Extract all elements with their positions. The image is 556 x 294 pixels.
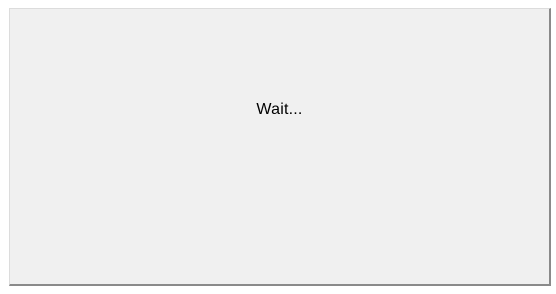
wait-message: Wait... — [256, 101, 303, 118]
wait-dialog: Wait... — [9, 8, 551, 286]
